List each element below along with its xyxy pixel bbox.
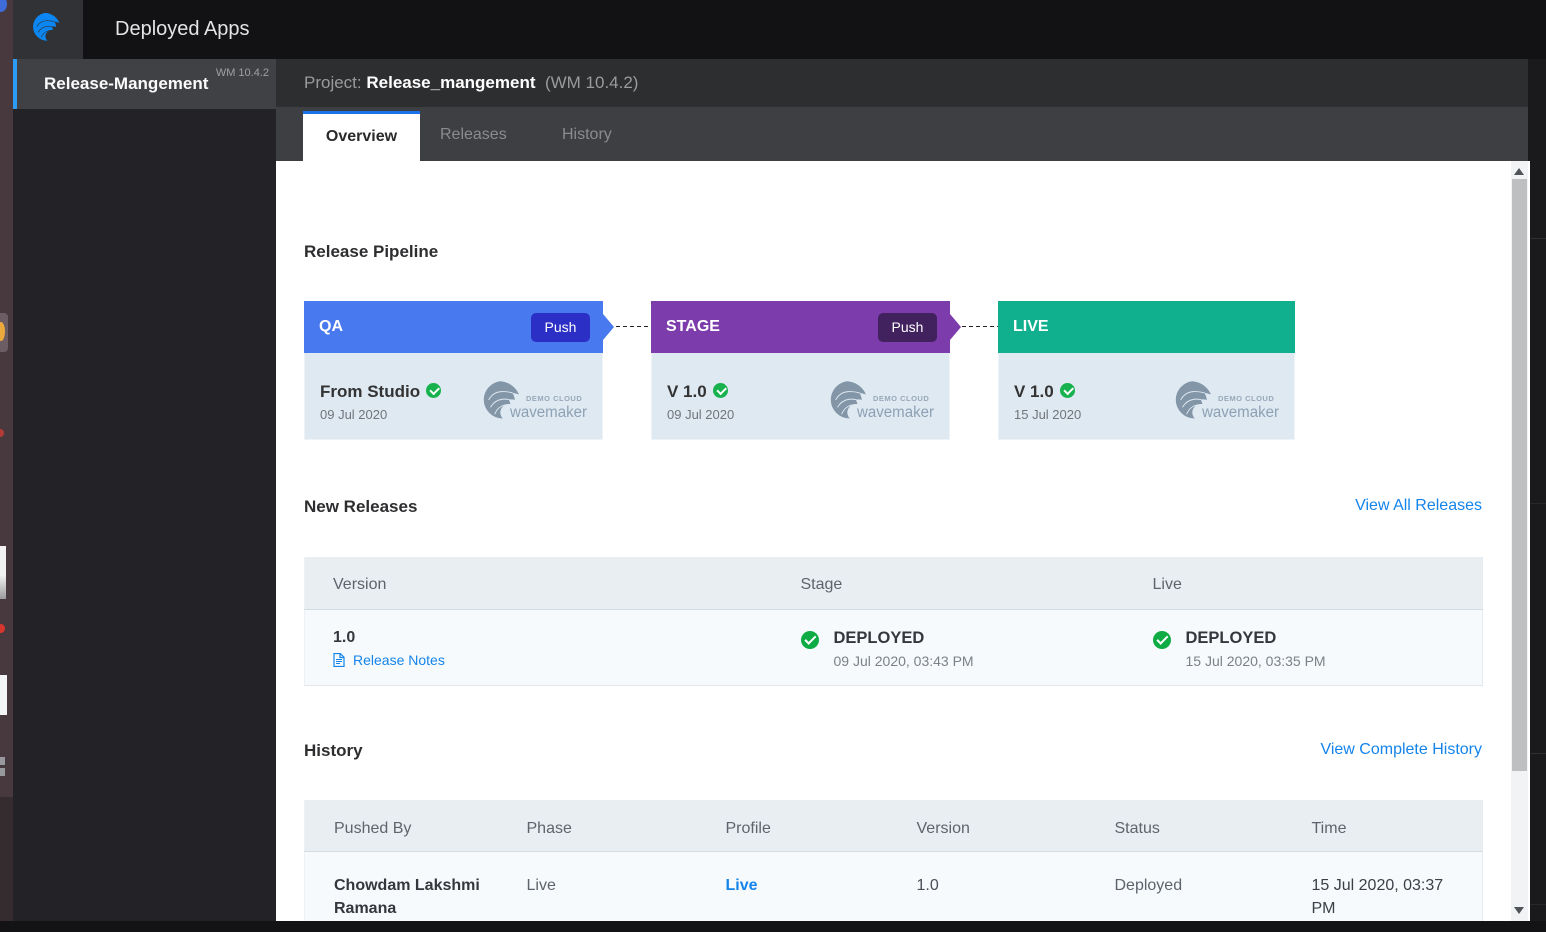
svg-text:wavemaker: wavemaker — [509, 404, 587, 420]
svg-text:wavemaker: wavemaker — [856, 404, 934, 420]
svg-text:DEMO CLOUD: DEMO CLOUD — [526, 394, 582, 403]
svg-text:DEMO CLOUD: DEMO CLOUD — [873, 394, 929, 403]
svg-text:wavemaker: wavemaker — [1201, 404, 1279, 420]
svg-text:DEMO CLOUD: DEMO CLOUD — [1218, 394, 1274, 403]
